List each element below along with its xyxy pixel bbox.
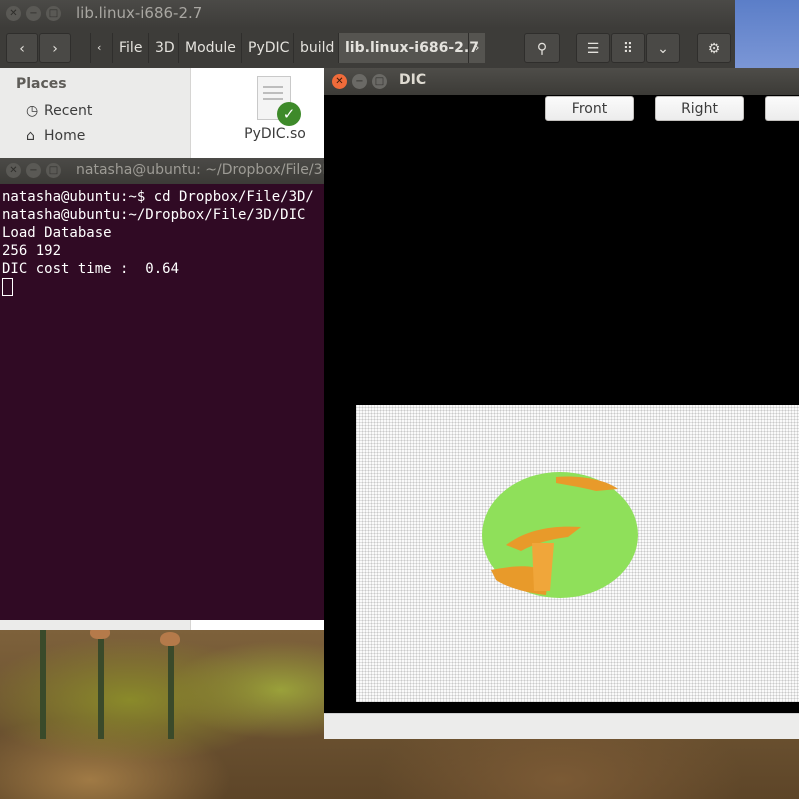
file-item[interactable]: ✓ PyDIC.so [240,74,310,142]
dic-window: ✕ − □ DIC Front Right [324,68,799,739]
terminal-line: natasha@ubuntu:~/Dropbox/File/3D/DIC [2,207,306,223]
minimize-button[interactable]: − [352,74,367,89]
file-manager-toolbar: ‹ › ‹ File 3D Module PyDIC build lib.lin… [0,28,735,68]
close-button[interactable]: ✕ [332,74,347,89]
sidebar-item-recent[interactable]: ◷ Recent [26,100,92,122]
search-button[interactable]: ⚲ [524,33,560,63]
close-button[interactable]: ✕ [6,6,21,21]
window-title: natasha@ubuntu: ~/Dropbox/File/3D/ [76,162,339,178]
breadcrumb-item[interactable]: 3D [148,33,181,63]
grid-view-button[interactable]: ⠿ [611,33,645,63]
home-icon: ⌂ [26,128,35,144]
terminal-line: Load Database [2,225,112,241]
minimize-button[interactable]: − [26,163,41,178]
grid-view-icon: ⠿ [622,41,634,57]
window-title: lib.linux-i686-2.7 [76,4,203,22]
wallpaper-plant [40,619,46,739]
breadcrumb-item[interactable]: PyDIC [241,33,295,63]
chevron-down-icon: ⌄ [657,41,669,57]
view-button-partial[interactable] [765,96,799,121]
file-name: PyDIC.so [244,126,306,142]
breadcrumb-item[interactable]: Module [178,33,242,63]
rendered-surface [482,472,638,598]
breadcrumb-item-current[interactable]: lib.linux-i686-2.7 [338,33,485,63]
terminal-window[interactable]: ✕ − □ natasha@ubuntu: ~/Dropbox/File/3D/… [0,158,338,620]
terminal-line: 256 192 [2,243,62,259]
list-view-icon: ☰ [586,41,600,57]
sidebar-item-home[interactable]: ⌂ Home [26,125,85,147]
wallpaper-plant [168,639,174,739]
shared-library-file-icon: ✓ [257,76,301,126]
terminal-titlebar[interactable]: ✕ − □ natasha@ubuntu: ~/Dropbox/File/3D/ [0,158,338,184]
maximize-button[interactable]: □ [46,163,61,178]
list-view-button[interactable]: ☰ [576,33,610,63]
gear-icon: ⚙ [707,41,721,57]
terminal-line: natasha@ubuntu:~$ cd Dropbox/File/3D/ [2,189,314,205]
maximize-button[interactable]: □ [46,6,61,21]
back-button[interactable]: ‹ [6,33,38,63]
file-manager-titlebar[interactable]: ✕ − □ lib.linux-i686-2.7 [0,0,735,28]
sidebar-item-label: Home [44,128,86,144]
chevron-left-icon: ‹ [19,41,25,57]
window-title: DIC [399,72,427,88]
breadcrumb-scroll-left[interactable]: ‹ [90,33,112,63]
maximize-button[interactable]: □ [372,74,387,89]
clock-icon: ◷ [26,103,39,119]
breadcrumb-item[interactable]: File [112,33,148,63]
sidebar-heading: Places [16,76,67,92]
settings-button[interactable]: ⚙ [697,33,731,63]
render-canvas[interactable] [356,405,799,702]
wallpaper-plant [160,632,180,646]
checkmark-icon: ✓ [277,102,301,126]
dic-statusbar [324,713,799,739]
breadcrumb-item[interactable]: build [293,33,340,63]
sidebar-item-label: Recent [44,103,93,119]
dic-titlebar[interactable]: ✕ − □ DIC [324,68,799,95]
breadcrumb-scroll-right[interactable]: › [468,33,488,63]
wallpaper-plant [98,629,104,739]
view-options-button[interactable]: ⌄ [646,33,680,63]
front-view-button[interactable]: Front [545,96,634,121]
chevron-right-icon: › [52,41,58,57]
right-view-button[interactable]: Right [655,96,744,121]
minimize-button[interactable]: − [26,6,41,21]
terminal-output[interactable]: natasha@ubuntu:~$ cd Dropbox/File/3D/nat… [2,188,324,298]
terminal-line: DIC cost time : 0.64 [2,261,180,277]
wallpaper-sky [735,0,799,70]
search-icon: ⚲ [536,41,548,57]
forward-button[interactable]: › [39,33,71,63]
close-button[interactable]: ✕ [6,163,21,178]
terminal-cursor [2,278,13,296]
